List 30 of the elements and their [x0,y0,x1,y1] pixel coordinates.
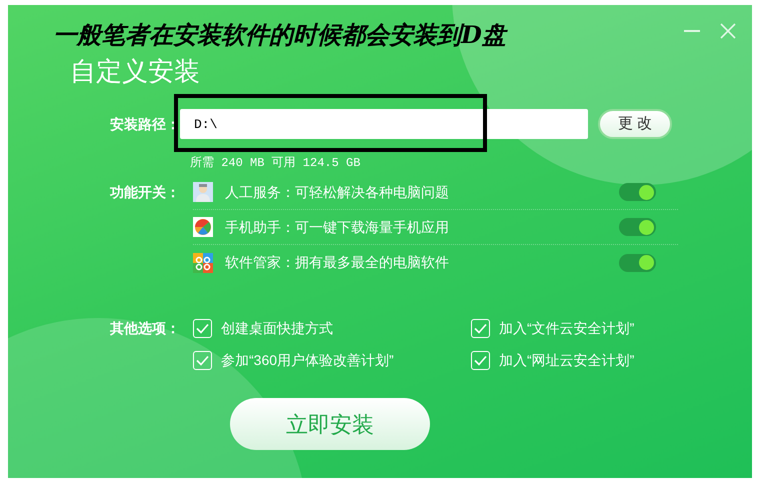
feature-label: 软件管家：拥有最多最全的电脑软件 [225,253,450,272]
option-label: 加入“网址云安全计划” [499,350,634,370]
checkbox[interactable] [471,350,490,370]
path-field[interactable]: D:\ [180,109,588,139]
colorful-ball-icon [193,217,213,237]
option-label: 参加“360用户体验改善计划” [221,350,394,370]
toggle-switch[interactable] [619,183,656,201]
features-label: 功能开关： [110,183,181,202]
checkbox[interactable] [193,350,212,370]
checkbox[interactable] [471,318,490,338]
toggle-switch[interactable] [619,254,656,272]
option-label: 加入“文件云安全计划” [499,318,634,338]
person-icon [193,182,213,202]
toggle-switch[interactable] [619,218,656,236]
checkmark-icon [474,354,487,366]
feature-label: 人工服务：可轻松解决各种电脑问题 [225,182,450,202]
checkmark-icon [196,322,209,334]
window-title: 自定义安装 [69,55,201,87]
options-label: 其他选项： [110,319,181,338]
feature-label: 手机助手：可一键下载海量手机应用 [225,218,450,236]
checkbox[interactable] [193,318,212,338]
checkmark-icon [196,354,209,366]
space-info: 所需 240 MB 可用 124.5 GB [189,155,362,171]
change-button[interactable]: 更 改 [598,109,672,139]
path-label: 安装路径： [110,114,180,134]
checkmark-icon [474,322,487,334]
close-icon[interactable] [720,23,736,39]
annotation-text: 一般笔者在安装软件的时候都会安装到D盘 [53,21,506,49]
app-grid-icon [193,252,213,272]
option-label: 创建桌面快捷方式 [221,318,333,338]
